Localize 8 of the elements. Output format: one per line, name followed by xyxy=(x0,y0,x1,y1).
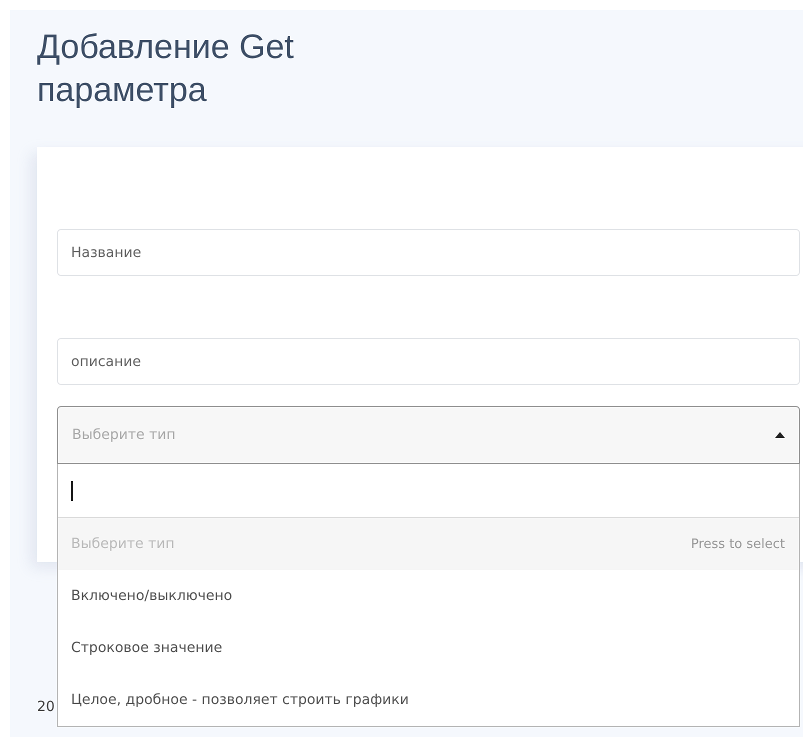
select-placeholder: Выберите тип xyxy=(72,427,176,443)
dropdown-option[interactable]: Целое, дробное - позволяет строить графики xyxy=(58,674,799,726)
dropdown-option[interactable]: Включено/выключено xyxy=(58,570,799,622)
text-field[interactable]: описание xyxy=(57,338,800,385)
text-field[interactable]: Название xyxy=(57,229,800,276)
page-title: Добавление Get параметра xyxy=(37,27,295,111)
dropdown-option[interactable]: Строковое значение xyxy=(58,622,799,674)
footer-text: 20 xyxy=(37,699,55,715)
